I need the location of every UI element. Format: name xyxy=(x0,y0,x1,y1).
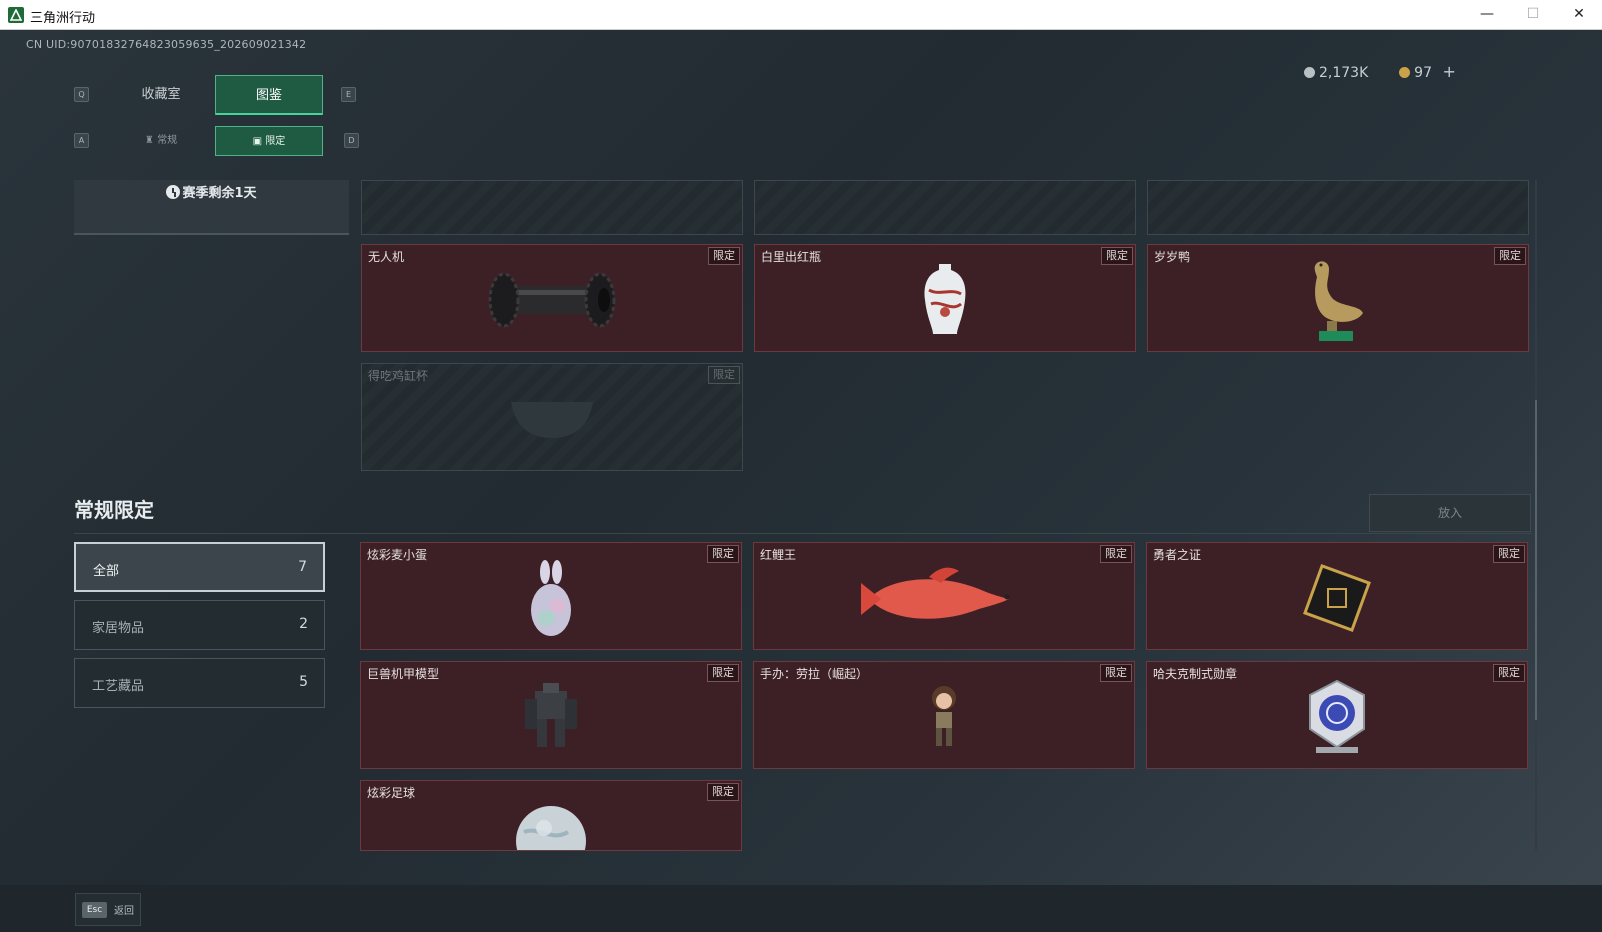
put-in-button[interactable]: 放入 xyxy=(1369,494,1531,532)
card-name: 红鲤王 xyxy=(760,548,797,562)
section-divider xyxy=(74,533,1532,534)
maximize-button[interactable]: ☐ xyxy=(1511,0,1555,30)
subtab-regular[interactable]: ♜ 常规 xyxy=(107,126,215,156)
add-currency-button[interactable]: + xyxy=(1442,62,1455,81)
tab-collection-room[interactable]: 收藏室 xyxy=(107,75,215,115)
limited-tag: 限定 xyxy=(708,366,740,384)
card-name: 岁岁鸭 xyxy=(1154,250,1191,264)
limited-tag: 限定 xyxy=(1101,247,1133,265)
badge-icon xyxy=(1292,553,1382,647)
card-name: 哈夫克制式勋章 xyxy=(1153,667,1238,681)
locked-card-strip xyxy=(754,180,1136,235)
silver-coin-icon xyxy=(1304,67,1315,78)
card-name: 巨兽机甲模型 xyxy=(367,667,440,681)
category-crafts[interactable]: 工艺藏品 5 xyxy=(74,658,325,708)
category-count: 5 xyxy=(299,674,308,690)
limited-tag: 限定 xyxy=(1100,664,1132,682)
figure-icon xyxy=(924,682,964,756)
collection-card[interactable]: 哈夫克制式勋章 限定 xyxy=(1146,661,1528,769)
limited-tag: 限定 xyxy=(1493,545,1525,563)
tab-codex[interactable]: 图鉴 xyxy=(215,75,323,115)
card-name: 炫彩足球 xyxy=(367,786,416,800)
collection-card[interactable]: 无人机 限定 xyxy=(361,244,743,352)
category-label: 工艺藏品 xyxy=(92,679,145,694)
card-name: 白里出红瓶 xyxy=(761,250,822,264)
collection-card[interactable]: 巨兽机甲模型 限定 xyxy=(360,661,742,769)
limited-tag: 限定 xyxy=(707,783,739,801)
currency-bar: 2,173K 97 + xyxy=(1304,62,1534,86)
key-a-hint: A xyxy=(74,133,89,148)
window-titlebar: 三角洲行动 — ☐ ✕ xyxy=(0,0,1602,30)
limited-tag: 限定 xyxy=(707,664,739,682)
card-name: 无人机 xyxy=(368,250,405,264)
scrollbar-thumb[interactable] xyxy=(1535,400,1537,720)
key-q-hint: Q xyxy=(74,87,89,102)
red-carp-icon xyxy=(859,563,1029,637)
collection-card[interactable]: 勇者之证 限定 xyxy=(1146,542,1528,650)
coin2-value: 97 xyxy=(1414,65,1432,81)
cup-icon xyxy=(507,394,597,448)
category-count: 7 xyxy=(298,559,307,575)
medal-icon xyxy=(1302,677,1372,761)
uid-text: CN UID:9070183276482305963​5_20260902134… xyxy=(26,38,307,51)
category-all[interactable]: 全部 7 xyxy=(74,542,325,592)
porcelain-vase-icon xyxy=(915,260,975,344)
app-logo-icon xyxy=(8,7,24,23)
key-d-hint: D xyxy=(344,133,359,148)
limited-tag: 限定 xyxy=(708,247,740,265)
subtab-regular-label: 常规 xyxy=(157,135,178,146)
category-label: 家居物品 xyxy=(92,621,145,636)
section-title: 常规限定 xyxy=(74,498,154,522)
clock-icon xyxy=(166,185,181,199)
key-e-hint: E xyxy=(341,87,356,102)
card-name: 勇者之证 xyxy=(1153,548,1202,562)
subtab-limited[interactable]: ▣ 限定 xyxy=(215,126,323,156)
collection-card[interactable]: 炫彩足球 限定 xyxy=(360,780,742,851)
window-title: 三角洲行动 xyxy=(30,11,96,26)
locked-card-strip xyxy=(361,180,743,235)
collection-card-locked[interactable]: 得吃鸡缸杯 限定 xyxy=(361,363,743,471)
category-label: 全部 xyxy=(93,564,120,579)
collection-card[interactable]: 岁岁鸭 限定 xyxy=(1147,244,1529,352)
collection-card[interactable]: 白里出红瓶 限定 xyxy=(754,244,1136,352)
drone-roller-icon xyxy=(482,260,622,344)
collection-card[interactable]: 炫彩麦小蛋 限定 xyxy=(360,542,742,650)
card-name: 手办：劳拉（崛起） xyxy=(760,667,869,681)
egg-bunny-icon xyxy=(526,558,576,642)
football-icon xyxy=(514,804,588,850)
bottom-bar xyxy=(0,885,1602,932)
season-timer: 赛季剩余1天 xyxy=(74,180,349,235)
back-button[interactable]: Esc 返回 xyxy=(75,893,141,926)
limited-tag: 限定 xyxy=(1100,545,1132,563)
sub-tabs: ♜ 常规 ▣ 限定 xyxy=(107,126,323,156)
picture-icon: ▣ xyxy=(252,136,266,147)
mech-model-icon xyxy=(511,677,591,761)
category-count: 2 xyxy=(299,616,308,632)
esc-key-hint: Esc xyxy=(82,902,107,918)
duck-statue-icon xyxy=(1303,255,1373,349)
gold-coin-icon xyxy=(1399,67,1411,78)
limited-tag: 限定 xyxy=(1493,664,1525,682)
limited-tag: 限定 xyxy=(707,545,739,563)
back-label: 返回 xyxy=(114,906,134,917)
card-name: 炫彩麦小蛋 xyxy=(367,548,428,562)
subtab-limited-label: 限定 xyxy=(265,136,286,147)
card-name: 得吃鸡缸杯 xyxy=(368,369,429,383)
locked-card-strip xyxy=(1147,180,1529,235)
minimize-button[interactable]: — xyxy=(1465,0,1509,30)
season-remaining: 赛季剩余1天 xyxy=(182,186,257,201)
category-home-items[interactable]: 家居物品 2 xyxy=(74,600,325,650)
limited-tag: 限定 xyxy=(1494,247,1526,265)
main-tabs: 收藏室 图鉴 xyxy=(107,75,323,115)
game-viewport xyxy=(0,30,1602,902)
collection-card[interactable]: 手办：劳拉（崛起） 限定 xyxy=(753,661,1135,769)
coin1-value: 2,173K xyxy=(1319,65,1369,81)
close-button[interactable]: ✕ xyxy=(1557,0,1601,30)
collection-card[interactable]: 红鲤王 限定 xyxy=(753,542,1135,650)
bottle-icon: ♜ xyxy=(144,135,158,146)
